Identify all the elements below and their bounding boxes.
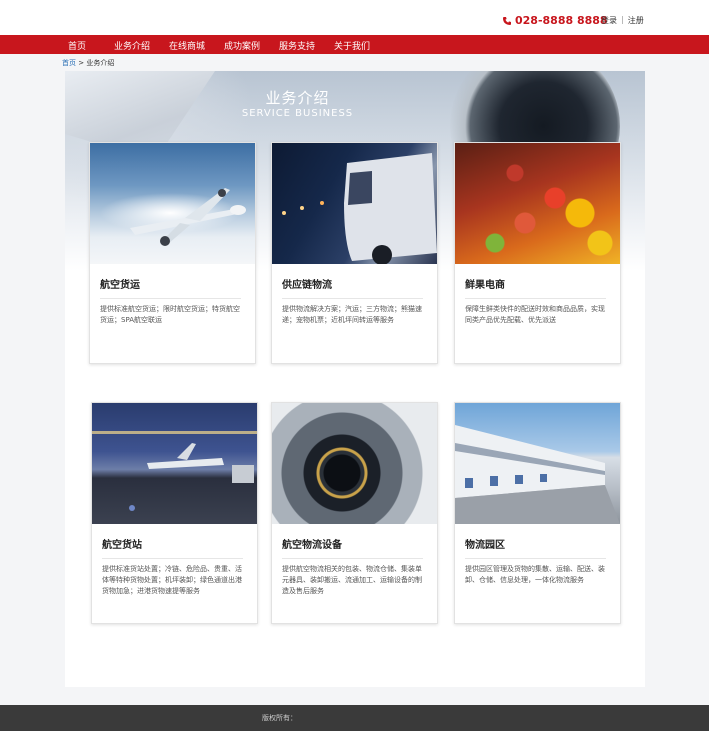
card-divider bbox=[282, 298, 423, 299]
copyright-text: 版权所有： bbox=[262, 714, 297, 722]
auth-links: 登录 | 注册 bbox=[601, 15, 644, 26]
breadcrumb-separator: > bbox=[78, 59, 85, 67]
card-description: 提供标准航空货运；限时航空货运；特货航空货运；SPA航空联运 bbox=[100, 305, 240, 324]
card-title: 航空货运 bbox=[100, 280, 140, 291]
phone-number: 028-8888 8888 bbox=[502, 14, 608, 27]
register-link[interactable]: 注册 bbox=[628, 15, 644, 26]
hero-subtitle: SERVICE BUSINESS bbox=[241, 108, 354, 119]
breadcrumb: 首页 > 业务介绍 bbox=[62, 58, 114, 68]
auth-separator: | bbox=[621, 15, 624, 24]
card-description: 提供航空物流相关的包装、物流仓储、集装单元器具、装卸搬运、流通加工、运输设备的制… bbox=[282, 565, 422, 595]
airplane-clouds-image bbox=[90, 143, 255, 264]
card-divider bbox=[102, 558, 243, 559]
card-divider bbox=[465, 298, 606, 299]
nav-item-shop[interactable]: 在线商城 bbox=[169, 39, 205, 52]
card-divider bbox=[100, 298, 241, 299]
card-description: 保障生鲜类快件的配送时效和商品品质，实现同类产品优先配载、优先派送 bbox=[465, 305, 605, 324]
footer: 版权所有： bbox=[0, 705, 709, 731]
card-supply-chain[interactable]: 供应链物流 提供物流解决方案；汽运；三方物流；熊猫速递；宠物机票；近机坪间转运等… bbox=[271, 142, 438, 364]
card-title: 鲜果电商 bbox=[465, 280, 505, 291]
phone-text: 028-8888 8888 bbox=[515, 14, 608, 27]
content-panel: 业务介绍 SERVICE BUSINESS 航空货运 提供标准航空货运；限时航空… bbox=[65, 71, 645, 687]
hero-title: 业务介绍 bbox=[265, 89, 330, 107]
card-divider bbox=[282, 558, 423, 559]
breadcrumb-current: 业务介绍 bbox=[86, 59, 115, 67]
nav-item-cases[interactable]: 成功案例 bbox=[224, 39, 260, 52]
main-nav: 首页 业务介绍 在线商城 成功案例 服务支持 关于我们 bbox=[0, 35, 709, 54]
nav-item-home[interactable]: 首页 bbox=[68, 39, 86, 52]
card-description: 提供园区管理及货物的集散、运输、配送、装卸、仓储、信息处理，一体化物流服务 bbox=[465, 565, 605, 584]
card-title: 航空物流设备 bbox=[282, 540, 342, 551]
card-title: 供应链物流 bbox=[282, 280, 332, 291]
fruit-stand-image bbox=[455, 143, 620, 264]
card-logistics-equipment[interactable]: 航空物流设备 提供航空物流相关的包装、物流仓储、集装单元器具、装卸搬运、流通加工… bbox=[271, 402, 438, 624]
card-description: 提供物流解决方案；汽运；三方物流；熊猫速递；宠物机票；近机坪间转运等服务 bbox=[282, 305, 422, 324]
nav-item-business[interactable]: 业务介绍 bbox=[114, 39, 150, 52]
login-link[interactable]: 登录 bbox=[601, 15, 617, 26]
warehouse-image bbox=[455, 403, 620, 524]
card-air-cargo-station[interactable]: 航空货站 提供标准货站处置；冷链、危险品、贵重、活体等特种货物处置；机坪装卸；绿… bbox=[91, 402, 258, 624]
card-title: 物流园区 bbox=[465, 540, 505, 551]
van-night-image bbox=[272, 143, 437, 264]
cargo-station-image bbox=[92, 403, 257, 524]
card-description: 提供标准货站处置；冷链、危险品、贵重、活体等特种货物处置；机坪装卸；绿色通道出港… bbox=[102, 565, 242, 595]
card-air-freight[interactable]: 航空货运 提供标准航空货运；限时航空货运；特货航空货运；SPA航空联运 bbox=[89, 142, 256, 364]
card-title: 航空货站 bbox=[102, 540, 142, 551]
card-divider bbox=[465, 558, 606, 559]
nav-item-support[interactable]: 服务支持 bbox=[279, 39, 315, 52]
card-logistics-park[interactable]: 物流园区 提供园区管理及货物的集散、运输、配送、装卸、仓储、信息处理，一体化物流… bbox=[454, 402, 621, 624]
card-fresh-fruit[interactable]: 鲜果电商 保障生鲜类快件的配送时效和商品品质，实现同类产品优先配载、优先派送 bbox=[454, 142, 621, 364]
breadcrumb-home[interactable]: 首页 bbox=[62, 59, 76, 67]
top-bar: 028-8888 8888 登录 | 注册 bbox=[0, 0, 709, 35]
phone-icon bbox=[503, 16, 511, 25]
jet-engine-image bbox=[272, 403, 437, 524]
nav-item-about[interactable]: 关于我们 bbox=[334, 39, 370, 52]
